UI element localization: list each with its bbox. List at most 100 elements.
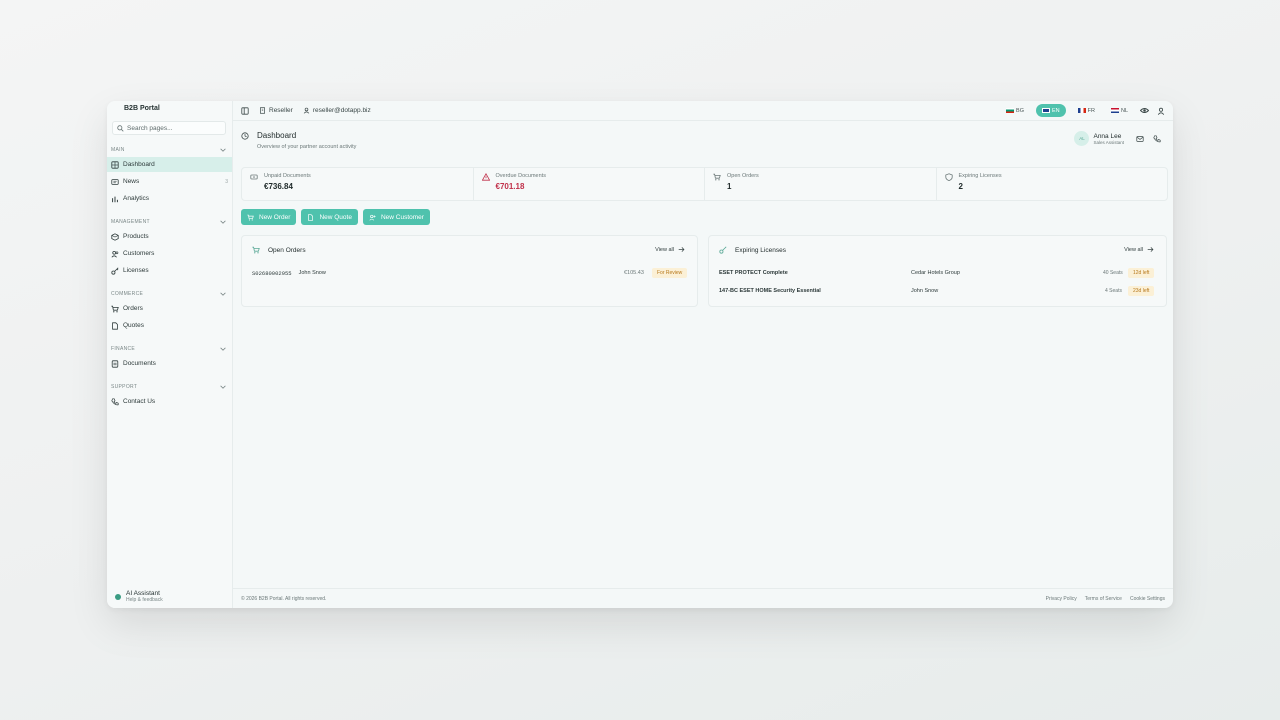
sidebar-item-label: Dashboard [123, 161, 155, 168]
sidebar-item-analytics[interactable]: Analytics [107, 191, 232, 206]
section-commerce-header[interactable]: COMMERCE [107, 289, 232, 299]
contact-role: Sales Assistant [1093, 139, 1124, 145]
section-label: MAIN [111, 147, 125, 153]
top-bar: Reseller reseller@dotapp.biz BG EN FR NL [233, 101, 1173, 121]
account-email: reseller@dotapp.biz [303, 107, 371, 114]
ai-assistant-button[interactable]: AI Assistant Help & feedback [115, 590, 163, 603]
new-order-button[interactable]: New Order [241, 209, 297, 225]
mail-icon[interactable] [1136, 135, 1144, 143]
stat-unpaid-documents[interactable]: Unpaid Documents €736.84 [242, 168, 474, 200]
section-main-header[interactable]: MAIN [107, 145, 232, 155]
copyright-text: © 2026 B2B Portal. All rights reserved. [241, 595, 327, 602]
chart-icon [112, 196, 118, 202]
card-title: Open Orders [268, 246, 306, 254]
cart-icon [252, 246, 260, 254]
sidebar-item-news[interactable]: News 3 [107, 174, 232, 189]
sidebar: B2B Portal Search pages... MAIN Dashboar… [107, 101, 233, 608]
table-row[interactable]: ESET PROTECT Complete Cedar Hotels Group… [709, 264, 1166, 282]
profile-icon[interactable] [1157, 107, 1165, 115]
main-content: Reseller reseller@dotapp.biz BG EN FR NL… [233, 101, 1173, 608]
eye-icon[interactable] [1140, 106, 1149, 115]
section-finance-header[interactable]: FINANCE [107, 344, 232, 354]
sidebar-item-dashboard[interactable]: Dashboard [107, 157, 232, 172]
section-label: COMMERCE [111, 291, 144, 297]
sidebar-item-label: Products [123, 233, 149, 240]
cookie-settings-link[interactable]: Cookie Settings [1130, 596, 1165, 602]
phone-icon[interactable] [1153, 134, 1161, 143]
stat-expiring-licenses[interactable]: Expiring Licenses 2 [937, 168, 1168, 200]
language-fr[interactable]: FR [1074, 107, 1099, 115]
section-management-header[interactable]: MANAGEMENT [107, 217, 232, 227]
stat-value: €701.18 [495, 182, 525, 191]
section-label: MANAGEMENT [111, 219, 150, 225]
sidebar-item-label: Licenses [123, 267, 149, 274]
sidebar-item-products[interactable]: Products [107, 229, 232, 244]
language-nl[interactable]: NL [1107, 107, 1132, 115]
box-icon [111, 232, 119, 241]
license-customer: Cedar Hotels Group [911, 270, 960, 276]
section-support-header[interactable]: SUPPORT [107, 382, 232, 392]
order-number: S02680002955 [252, 269, 292, 277]
view-all-licenses-link[interactable]: View all [1124, 246, 1154, 253]
sidebar-item-licenses[interactable]: Licenses [107, 263, 232, 278]
stats-bar: Unpaid Documents €736.84 Overdue Documen… [241, 167, 1168, 201]
app-window: B2B Portal Search pages... MAIN Dashboar… [107, 101, 1173, 608]
new-customer-button[interactable]: New Customer [362, 209, 430, 225]
key-icon [719, 246, 727, 254]
search-input[interactable]: Search pages... [112, 121, 226, 135]
stat-label: Expiring Licenses [958, 173, 1002, 179]
france-flag-icon [1077, 108, 1086, 113]
user-icon [303, 107, 310, 114]
link-label: View all [655, 246, 674, 253]
sidebar-item-quotes[interactable]: Quotes [107, 318, 232, 333]
uk-flag-icon [1041, 108, 1050, 113]
expiry-badge: 23d left [1128, 286, 1155, 296]
sidebar-item-label: News [123, 178, 140, 185]
chevron-down-icon [220, 385, 226, 389]
cart-icon [247, 214, 254, 221]
table-row[interactable]: S02680002955 John Snow €105.43 For Revie… [242, 264, 697, 282]
terms-of-service-link[interactable]: Terms of Service [1085, 596, 1122, 602]
view-all-orders-link[interactable]: View all [655, 246, 685, 253]
search-placeholder: Search pages... [127, 124, 173, 132]
avatar: AL [1074, 131, 1090, 146]
footer: © 2026 B2B Portal. All rights reserved. … [233, 588, 1173, 608]
license-product: 147-BC ESET HOME Security Essential [719, 288, 821, 294]
user-plus-icon [369, 214, 376, 221]
quick-actions: New Order New Quote New Customer [241, 209, 430, 225]
file-icon [308, 213, 314, 221]
sidebar-item-label: Documents [123, 360, 156, 367]
stat-open-orders[interactable]: Open Orders 1 [705, 168, 937, 200]
language-en[interactable]: EN [1035, 104, 1066, 117]
order-customer: John Snow [298, 270, 326, 276]
open-orders-card: Open Orders View all S02680002955 John S… [241, 235, 698, 307]
sidebar-item-customers[interactable]: Customers [107, 246, 232, 261]
wallet-icon [250, 174, 258, 180]
status-badge: For Review [652, 268, 688, 278]
privacy-policy-link[interactable]: Privacy Policy [1046, 596, 1077, 602]
stat-value: 2 [958, 182, 963, 191]
sidebar-item-label: Orders [123, 305, 143, 312]
ai-status-icon [115, 593, 121, 600]
sidebar-item-documents[interactable]: Documents [107, 356, 232, 371]
stat-overdue-documents[interactable]: Overdue Documents €701.18 [474, 168, 705, 200]
arrow-right-icon [678, 247, 685, 252]
page-header: Dashboard Overview of your partner accou… [241, 129, 1163, 155]
role-label: Reseller [269, 107, 293, 114]
sidebar-toggle-icon[interactable] [241, 106, 249, 115]
ai-assistant-title: AI Assistant [126, 590, 160, 597]
grid-icon [111, 160, 119, 169]
contact-name: Anna Lee [1093, 132, 1122, 140]
email-label: reseller@dotapp.biz [312, 107, 371, 114]
bulgaria-flag-icon [1006, 108, 1015, 113]
file-icon [112, 321, 118, 330]
new-quote-button[interactable]: New Quote [301, 209, 358, 225]
expiry-badge: 12d left [1128, 268, 1155, 278]
chevron-down-icon [220, 292, 226, 296]
sidebar-item-orders[interactable]: Orders [107, 301, 232, 316]
page-subtitle: Overview of your partner account activit… [257, 144, 357, 150]
sidebar-item-contact-us[interactable]: Contact Us [107, 394, 232, 409]
netherlands-flag-icon [1110, 108, 1119, 113]
table-row[interactable]: 147-BC ESET HOME Security Essential John… [709, 282, 1166, 300]
language-bg[interactable]: BG [1002, 107, 1028, 115]
